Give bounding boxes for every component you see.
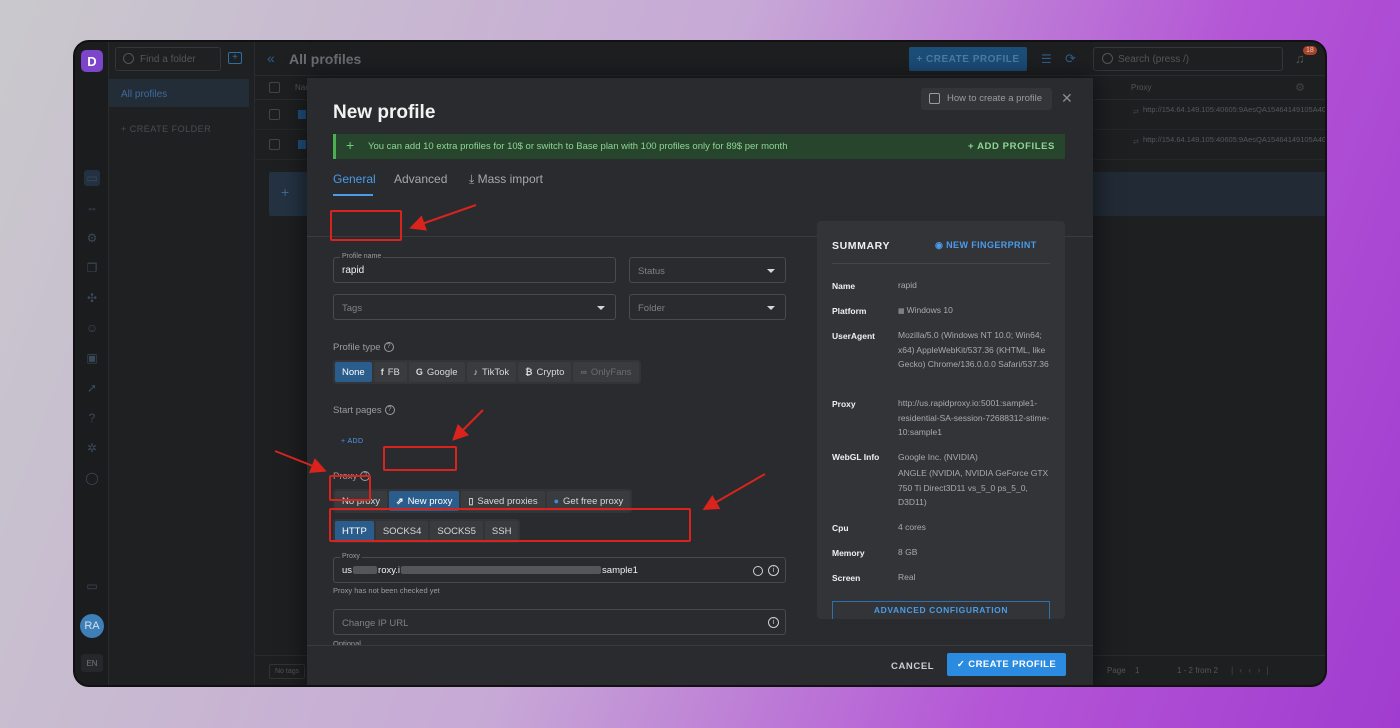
- annotation-arrow: [409, 204, 477, 231]
- annotation-arrows: [274, 204, 766, 510]
- annotation-arrow: [452, 409, 484, 441]
- annotation-arrow: [702, 473, 766, 510]
- annotation-arrow: [274, 450, 327, 474]
